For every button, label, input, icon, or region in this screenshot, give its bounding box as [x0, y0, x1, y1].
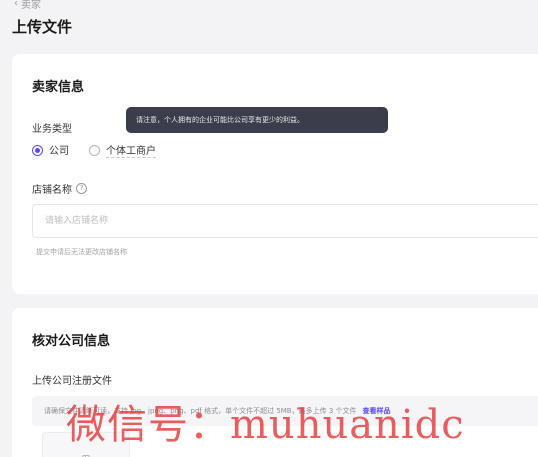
help-circle-icon[interactable]: ? — [76, 183, 87, 194]
store-name-input[interactable] — [32, 204, 538, 238]
upload-hint-banner: 请确保文件清晰可读，支持 jpg、jpeg、png、pdf 格式，单个文件不超过… — [32, 396, 538, 426]
radio-dot-checked[interactable] — [32, 144, 43, 156]
seller-info-title: 卖家信息 — [32, 80, 85, 95]
radio-dot[interactable] — [89, 144, 100, 156]
back-label: 卖家 — [21, 0, 41, 11]
radio-company-label: 公司 — [49, 146, 69, 157]
view-sample-link[interactable]: 查看样品 — [363, 406, 391, 416]
back-link[interactable]: ‹ 卖家 — [14, 0, 41, 11]
store-name-label-text: 店铺名称 — [32, 185, 72, 196]
radio-individual-business-label: 个体工商户 — [106, 142, 156, 158]
business-type-label-text: 业务类型 — [32, 124, 72, 135]
upload-hint-text: 请确保文件清晰可读，支持 jpg、jpeg、png、pdf 格式，单个文件不超过… — [44, 407, 357, 415]
company-info-title: 核对公司信息 — [32, 334, 111, 349]
store-name-label: 店铺名称 ? — [32, 181, 87, 196]
business-type-label: 业务类型 — [32, 120, 72, 135]
chevron-left-icon: ‹ — [14, 0, 18, 9]
upload-file-button[interactable]: 图 — [42, 432, 130, 457]
company-info-card: 核对公司信息 上传公司注册文件 请确保文件清晰可读，支持 jpg、jpeg、pn… — [12, 308, 538, 457]
upload-registration-label-text: 上传公司注册文件 — [32, 376, 112, 387]
store-name-hint: 提交申请后无法更改店铺名称 — [36, 248, 127, 256]
business-type-tooltip: 请注意，个人拥有的企业可能比公司享有更少的利益。 — [126, 107, 388, 133]
radio-company[interactable]: 公司 — [32, 142, 69, 158]
upload-registration-label: 上传公司注册文件 — [32, 372, 112, 387]
page-title: 上传文件 — [12, 18, 73, 36]
seller-info-card: 卖家信息 业务类型 公司 个体工商户 店铺名称 ? 提交申请后无法更改店铺名称 — [12, 54, 538, 294]
business-type-radio-group: 公司 个体工商户 — [32, 142, 156, 158]
upload-documents-page: ‹ 卖家 上传文件 卖家信息 业务类型 公司 个体工商户 店铺名称 ? 提交申请… — [0, 0, 538, 457]
radio-individual-business[interactable]: 个体工商户 — [89, 142, 156, 158]
